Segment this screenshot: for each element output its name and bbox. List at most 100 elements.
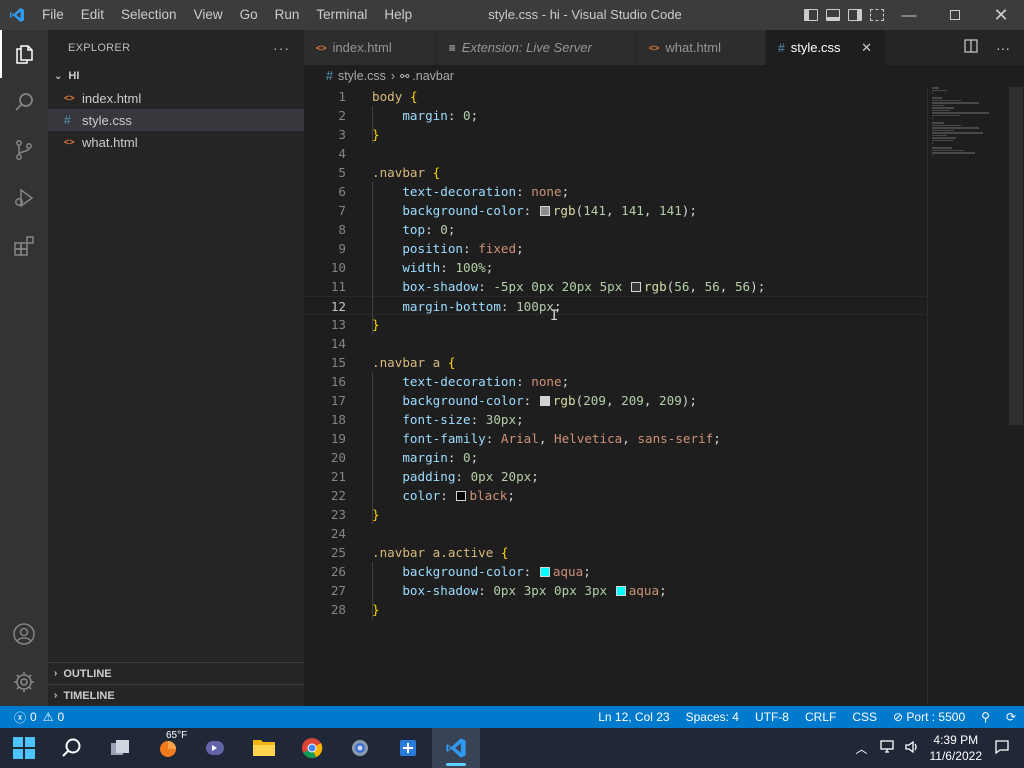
minimap-line	[932, 87, 939, 89]
line-endings[interactable]: CRLF	[805, 710, 836, 724]
color-swatch[interactable]	[456, 491, 467, 501]
css-file-icon: #	[326, 69, 333, 83]
search-icon[interactable]	[0, 78, 48, 126]
run-debug-icon[interactable]	[0, 174, 48, 222]
extensions-icon[interactable]	[0, 222, 48, 270]
teams-chat-icon[interactable]	[192, 728, 240, 768]
folder-hi[interactable]: ⌄ HI	[48, 65, 304, 87]
code-token: background-color	[402, 393, 524, 408]
language-mode[interactable]: CSS	[852, 710, 877, 724]
cursor-position[interactable]: Ln 12, Col 23	[598, 710, 669, 724]
code-line: 16 text-decoration: none;	[304, 372, 927, 391]
weather-widget-icon[interactable]: 65°F	[144, 728, 192, 768]
line-number: 3	[338, 127, 346, 142]
close-window-button[interactable]: ✕	[978, 0, 1024, 30]
vertical-scrollbar[interactable]	[1009, 87, 1023, 425]
code-token: Arial	[500, 431, 539, 446]
accounts-icon[interactable]	[0, 610, 48, 658]
code-line: 1 body {	[304, 87, 927, 106]
code-line: 2 margin: 0;	[304, 106, 927, 125]
explorer-file[interactable]: <> what.html	[48, 131, 304, 153]
line-number: 25	[330, 545, 346, 560]
more-actions-icon[interactable]: ···	[273, 40, 290, 56]
code-token: .navbar a.active	[372, 545, 494, 560]
explorer-icon[interactable]	[0, 30, 48, 78]
menu-help[interactable]: Help	[376, 0, 421, 30]
code-text: .navbar a.active {	[372, 543, 509, 562]
code-token: sans-serif	[637, 431, 714, 446]
color-swatch[interactable]	[539, 567, 550, 577]
code-editor[interactable]: 1 body {2 margin: 0; 3} 4 5 .navbar {6 text-d…	[304, 87, 1024, 706]
code-token: 0px	[531, 279, 555, 294]
encoding[interactable]: UTF-8	[755, 710, 789, 724]
tab-style-css[interactable]: # style.css ✕	[766, 30, 886, 65]
snipping-tool-icon[interactable]	[384, 728, 432, 768]
menu-view[interactable]: View	[186, 0, 232, 30]
title-bar: File Edit Selection View Go Run Terminal Help s…	[0, 0, 1024, 30]
code-token: ;	[713, 431, 721, 446]
toggle-panel-icon[interactable]	[826, 9, 840, 21]
code-line: 12 margin-bottom: 100px;	[304, 296, 927, 315]
breadcrumb-symbol[interactable]: .navbar	[412, 69, 454, 83]
explorer-file[interactable]: <> index.html	[48, 87, 304, 109]
menu-selection[interactable]: Selection	[113, 0, 186, 30]
minimap-line	[932, 89, 948, 91]
code-token: }	[372, 317, 380, 332]
start-button-icon[interactable]	[0, 728, 48, 768]
tab-label: Extension: Live Server	[461, 40, 592, 55]
code-token: 56	[734, 279, 751, 294]
close-icon[interactable]: ✕	[859, 40, 875, 56]
code-token: 0	[463, 450, 471, 465]
tab-index-html[interactable]: <> index.html	[304, 30, 437, 65]
menu-terminal[interactable]: Terminal	[308, 0, 376, 30]
notification-center-icon[interactable]	[994, 739, 1010, 758]
chevron-up-icon[interactable]: ︿	[855, 740, 867, 757]
breadcrumb-file[interactable]: style.css	[338, 69, 386, 83]
color-swatch[interactable]	[630, 282, 641, 292]
code-token: aqua	[628, 583, 660, 598]
problems-indicator[interactable]: ⓧ 0 ⚠ 0	[0, 709, 64, 726]
source-control-icon[interactable]	[0, 126, 48, 174]
maximize-button[interactable]	[932, 0, 978, 30]
feedback-icon[interactable]: ⚲	[981, 710, 990, 724]
menu-run[interactable]: Run	[267, 0, 309, 30]
notifications-icon[interactable]: ⟳	[1006, 710, 1016, 724]
indent-guide	[372, 182, 373, 334]
indentation[interactable]: Spaces: 4	[686, 710, 739, 724]
vscode-taskbar-icon[interactable]	[432, 728, 480, 768]
task-view-icon[interactable]	[96, 728, 144, 768]
live-server-port[interactable]: ⊘ Port : 5500	[893, 710, 965, 724]
line-number: 12	[330, 299, 346, 314]
volume-icon[interactable]	[904, 740, 920, 757]
file-explorer-icon[interactable]	[240, 728, 288, 768]
toggle-secondary-sidebar-icon[interactable]	[848, 9, 862, 21]
minimize-button[interactable]: —	[886, 0, 932, 30]
customize-layout-icon[interactable]	[870, 9, 884, 21]
code-text: text-decoration: none;	[372, 372, 569, 391]
menu-edit[interactable]: Edit	[73, 0, 113, 30]
toggle-primary-sidebar-icon[interactable]	[804, 9, 818, 21]
explorer-file[interactable]: # style.css	[48, 109, 304, 131]
color-swatch[interactable]	[615, 586, 626, 596]
color-swatch[interactable]	[539, 396, 550, 406]
network-icon[interactable]	[879, 739, 896, 757]
tab-extension-live-server[interactable]: ≡ Extension: Live Server	[436, 30, 637, 65]
tab-what-html[interactable]: <> what.html	[636, 30, 767, 65]
clock[interactable]: 4:39 PM 11/6/2022	[930, 732, 983, 764]
color-swatch[interactable]	[539, 206, 550, 216]
split-editor-icon[interactable]	[964, 39, 978, 56]
settings-app-icon[interactable]	[336, 728, 384, 768]
code-text: body {	[372, 87, 418, 106]
code-token: 141	[659, 203, 682, 218]
menu-go[interactable]: Go	[232, 0, 267, 30]
manage-gear-icon[interactable]	[0, 658, 48, 706]
menu-file[interactable]: File	[34, 0, 73, 30]
outline-section[interactable]: › OUTLINE	[48, 662, 304, 684]
line-number: 27	[330, 583, 346, 598]
search-icon[interactable]	[48, 728, 96, 768]
more-actions-icon[interactable]: ···	[996, 40, 1010, 56]
chrome-icon[interactable]	[288, 728, 336, 768]
minimap[interactable]	[932, 87, 1002, 156]
timeline-section[interactable]: › TIMELINE	[48, 684, 304, 706]
